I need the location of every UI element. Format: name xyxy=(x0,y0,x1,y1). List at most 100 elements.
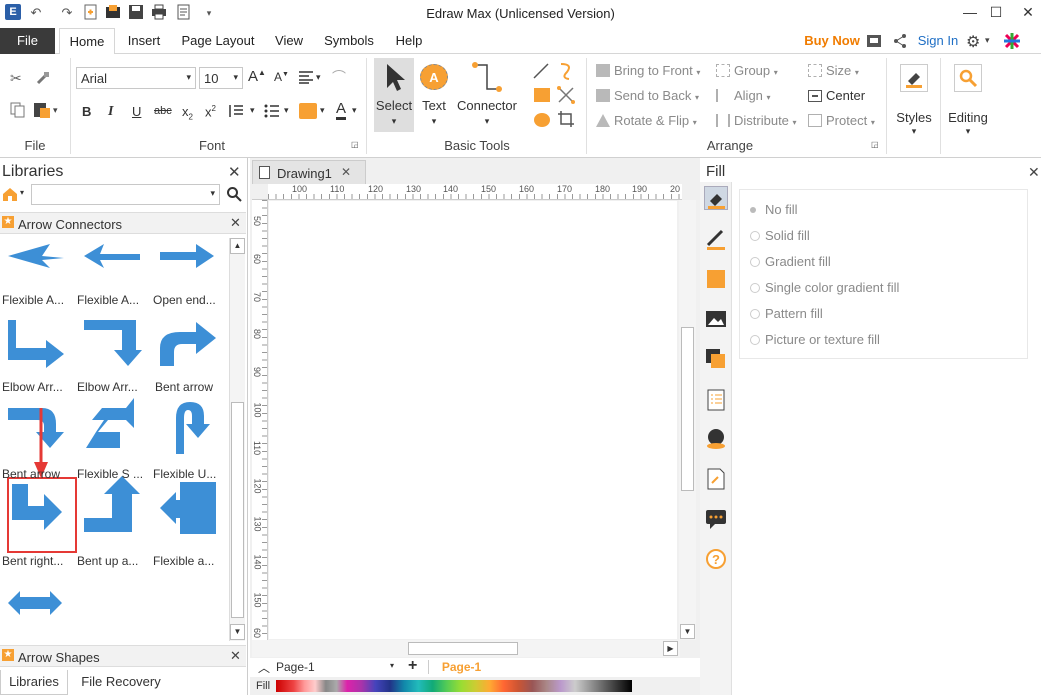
bent-right-arrow-shape[interactable] xyxy=(12,484,62,530)
tab-symbols[interactable]: Symbols xyxy=(320,28,378,54)
font-color-icon[interactable]: A xyxy=(336,101,347,120)
arc-tool-icon[interactable] xyxy=(557,62,575,80)
close-icon[interactable]: ✕ xyxy=(228,163,241,181)
scroll-up-icon[interactable]: ▲ xyxy=(230,238,245,254)
globe-icon[interactable] xyxy=(704,427,728,451)
fill-option-no-fill[interactable]: No fill xyxy=(750,202,798,217)
library-scrollbar[interactable]: ▲ ▼ xyxy=(229,238,245,641)
text-curve-icon[interactable]: ⌒ xyxy=(332,67,346,87)
font-size-select[interactable]: 10 ▾ xyxy=(199,67,243,89)
cross-tool-icon[interactable] xyxy=(557,86,575,104)
add-page-icon[interactable]: + xyxy=(408,657,417,675)
line-style-icon[interactable] xyxy=(704,227,728,251)
copy-icon[interactable] xyxy=(10,102,26,118)
underline-icon[interactable]: U xyxy=(132,104,141,119)
superscript-icon[interactable]: x2 xyxy=(205,104,216,119)
library-home-dropdown-icon[interactable]: ▾ xyxy=(20,188,24,197)
select-tool-button[interactable]: Select ▾ xyxy=(374,58,414,132)
canvas-horizontal-scrollbar[interactable]: ▶ xyxy=(252,640,680,657)
chevron-up-icon[interactable]: ︿ xyxy=(258,659,270,676)
library-search-input[interactable]: ▾ xyxy=(31,184,220,205)
image-icon[interactable] xyxy=(704,307,728,331)
double-arrow-shape[interactable] xyxy=(8,591,62,615)
fill-option-picture-texture[interactable]: Picture or texture fill xyxy=(750,332,880,347)
open-end-arrow-shape[interactable] xyxy=(160,244,214,268)
align-dropdown-icon[interactable]: ▾ xyxy=(316,72,321,83)
layer-icon[interactable] xyxy=(704,347,728,371)
fill-option-solid[interactable]: Solid fill xyxy=(750,228,810,243)
format-painter-icon[interactable] xyxy=(35,70,51,86)
close-icon[interactable]: ✕ xyxy=(341,165,351,179)
library-section-header[interactable]: ★ Arrow Connectors ✕ xyxy=(0,212,246,234)
flexible-arrow-shape-1[interactable] xyxy=(8,244,64,268)
bent-arrow-shape[interactable] xyxy=(160,322,216,366)
tab-insert[interactable]: Insert xyxy=(121,28,167,54)
align-text-icon[interactable] xyxy=(298,70,314,84)
flexible-arrow-shape-2[interactable] xyxy=(84,244,140,268)
flexible-arrow-shape-3[interactable] xyxy=(160,482,216,534)
scroll-thumb[interactable] xyxy=(681,327,694,491)
text-tool-button[interactable]: A Text ▾ xyxy=(417,58,451,132)
scroll-down-icon[interactable]: ▼ xyxy=(230,624,245,640)
fill-icon[interactable] xyxy=(704,186,728,210)
subscript-icon[interactable]: x2 xyxy=(182,104,193,122)
scroll-thumb[interactable] xyxy=(408,642,518,655)
comment-icon[interactable] xyxy=(704,507,728,531)
help-icon[interactable]: ? xyxy=(704,547,728,571)
fill-option-single-color-gradient[interactable]: Single color gradient fill xyxy=(750,280,899,295)
flexible-s-arrow-shape[interactable] xyxy=(86,398,134,448)
note-icon[interactable] xyxy=(704,467,728,491)
theme-icon[interactable] xyxy=(1003,32,1021,50)
arrange-dialog-launcher-icon[interactable]: ◲ xyxy=(871,140,879,149)
library-section-header[interactable]: ★ Arrow Shapes ✕ xyxy=(0,645,246,667)
connector-tool-button[interactable]: Connector ▾ xyxy=(455,58,519,132)
settings-dropdown-icon[interactable]: ▾ xyxy=(985,35,990,46)
styles-button[interactable]: Styles ▾ xyxy=(893,62,935,142)
italic-icon[interactable]: I xyxy=(108,104,113,120)
buy-now-link[interactable]: Buy Now xyxy=(801,28,863,54)
canvas-vertical-scrollbar[interactable]: ▼ xyxy=(679,200,696,640)
scroll-down-icon[interactable]: ▼ xyxy=(680,624,695,639)
cut-icon[interactable]: ✂ xyxy=(10,70,22,87)
scroll-thumb[interactable] xyxy=(231,402,244,618)
line-spacing-icon[interactable] xyxy=(228,104,244,118)
gear-icon[interactable]: ⚙ xyxy=(966,32,980,52)
rectangle-tool-icon[interactable] xyxy=(534,88,550,102)
fill-option-pattern[interactable]: Pattern fill xyxy=(750,306,823,321)
share-icon[interactable] xyxy=(892,33,908,49)
bold-icon[interactable]: B xyxy=(82,104,91,119)
line-spacing-dropdown-icon[interactable]: ▾ xyxy=(250,105,255,116)
scroll-right-icon[interactable]: ▶ xyxy=(663,641,678,656)
color-palette[interactable] xyxy=(276,680,632,692)
close-button[interactable]: ✕ xyxy=(1014,2,1041,22)
font-dialog-launcher-icon[interactable]: ◲ xyxy=(351,140,359,149)
page-icon[interactable] xyxy=(704,388,728,412)
document-tab[interactable]: Drawing1 ✕ xyxy=(252,160,366,184)
close-icon[interactable]: ✕ xyxy=(230,215,241,231)
cart-icon[interactable] xyxy=(866,33,882,49)
tab-home[interactable]: Home xyxy=(59,28,115,55)
paste-icon[interactable] xyxy=(33,101,51,119)
ellipse-tool-icon[interactable] xyxy=(534,113,550,127)
bent-arrow-shape-2[interactable] xyxy=(8,408,64,448)
line-tool-icon[interactable] xyxy=(532,62,550,80)
sign-in-link[interactable]: Sign In xyxy=(914,28,962,54)
tab-view[interactable]: View xyxy=(271,28,307,54)
page-select[interactable]: Page-1 ▾ xyxy=(276,660,394,676)
crop-tool-icon[interactable] xyxy=(557,110,575,128)
tab-help[interactable]: Help xyxy=(391,28,427,54)
text-bg-dropdown-icon[interactable]: ▾ xyxy=(320,105,325,116)
paste-dropdown-icon[interactable]: ▾ xyxy=(53,105,58,116)
bullets-dropdown-icon[interactable]: ▾ xyxy=(284,105,289,116)
bullets-icon[interactable] xyxy=(264,104,280,118)
fill-option-gradient[interactable]: Gradient fill xyxy=(750,254,831,269)
search-icon[interactable] xyxy=(226,186,242,202)
minimize-button[interactable]: — xyxy=(956,2,984,22)
grow-font-icon[interactable]: A▲ xyxy=(248,68,266,85)
font-color-dropdown-icon[interactable]: ▾ xyxy=(352,105,357,116)
drawing-page[interactable] xyxy=(269,201,677,639)
shadow-icon[interactable] xyxy=(704,267,728,291)
page-tab[interactable]: Page-1 xyxy=(428,660,494,674)
elbow-arrow-shape-1[interactable] xyxy=(8,320,64,368)
flexible-u-arrow-shape[interactable] xyxy=(176,402,210,454)
